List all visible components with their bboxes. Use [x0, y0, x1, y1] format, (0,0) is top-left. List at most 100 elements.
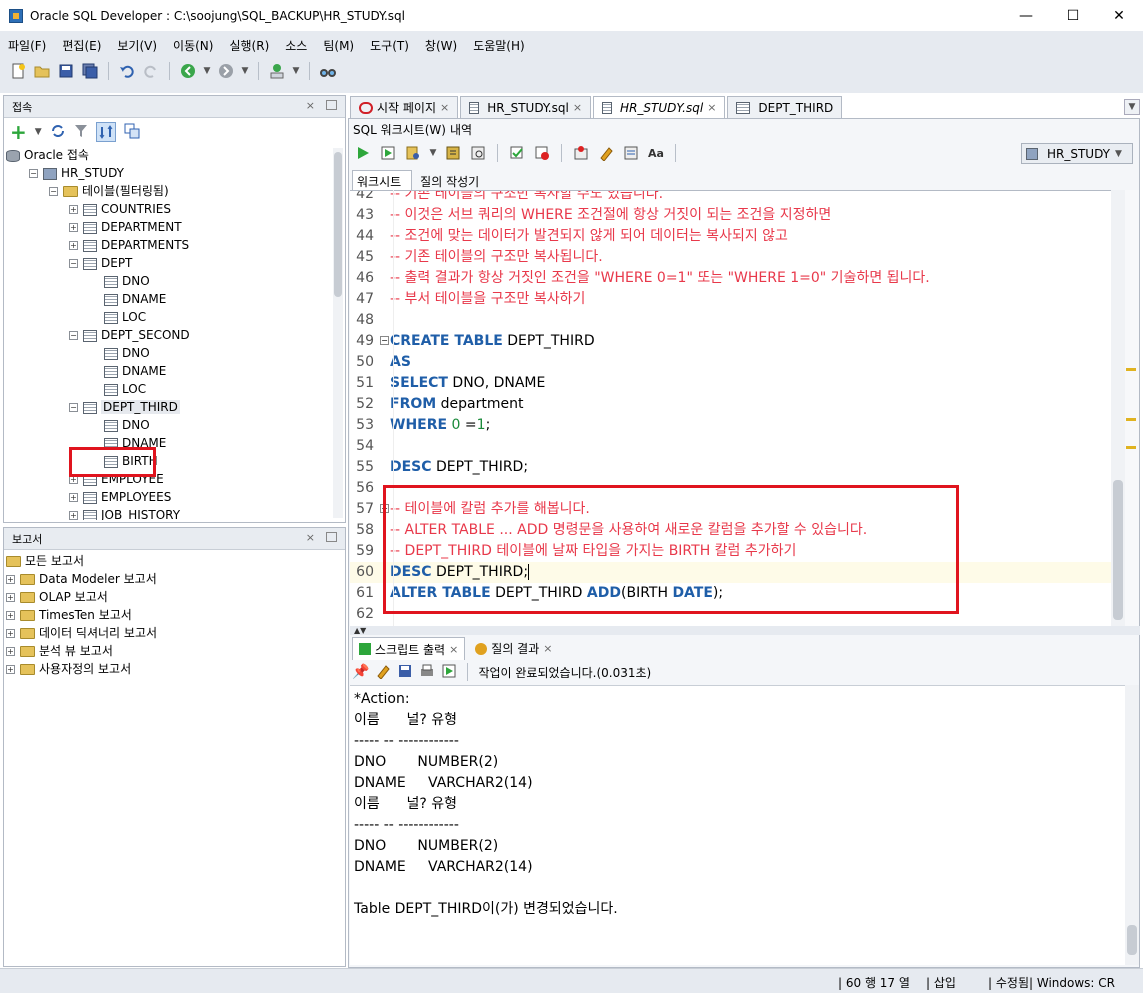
close-button[interactable]: ✕ [1096, 0, 1142, 31]
sql-history-icon[interactable] [621, 143, 641, 163]
editor-scrollbar[interactable] [1111, 190, 1125, 626]
minimize-panel-icon[interactable] [326, 100, 337, 110]
close-icon[interactable]: × [306, 99, 315, 112]
close-tab-icon[interactable]: × [449, 643, 458, 656]
code-line[interactable]: 55 DESC DEPT_THIRD; [350, 457, 1111, 478]
tree-node[interactable]: + DEPARTMENTS [6, 236, 345, 254]
tab-list-dropdown-icon[interactable]: ▼ [1124, 99, 1140, 115]
collapse-icon[interactable]: − [29, 169, 38, 178]
back-icon[interactable] [178, 61, 198, 81]
tree-node[interactable]: DNAME [6, 434, 345, 452]
tree-node[interactable]: BIRTH [6, 452, 345, 470]
filter-icon[interactable] [74, 124, 88, 141]
report-item[interactable]: + Data Modeler 보고서 [4, 570, 345, 588]
tree-node[interactable]: + JOB_HISTORY [6, 506, 345, 520]
report-item[interactable]: + 분석 뷰 보고서 [4, 642, 345, 660]
refresh-icon[interactable] [50, 123, 66, 142]
minimize-button[interactable]: — [1003, 0, 1049, 31]
sql-dropdown-icon[interactable]: ▼ [291, 61, 301, 81]
collapse-all-icon[interactable] [124, 123, 140, 142]
clear-icon[interactable] [596, 143, 616, 163]
binoculars-icon[interactable] [318, 61, 338, 81]
pin-icon[interactable]: 📌 [352, 664, 369, 680]
redo-icon[interactable] [141, 61, 161, 81]
tab-dept-third[interactable]: DEPT_THIRD [727, 96, 843, 118]
menu-run[interactable]: 실행(R) [221, 37, 277, 54]
menu-file[interactable]: 파일(F) [0, 37, 54, 54]
tree-node[interactable]: + EMPLOYEES [6, 488, 345, 506]
menu-window[interactable]: 창(W) [417, 37, 465, 54]
code-line[interactable]: 51 SELECT DNO, DNAME [350, 373, 1111, 394]
tree-node[interactable]: + COUNTRIES [6, 200, 345, 218]
fold-icon[interactable]: − [378, 331, 390, 352]
expand-icon[interactable]: + [6, 629, 15, 638]
code-line[interactable]: 44 -- 조건에 맞는 데이터가 발견되지 않게 되어 데이터는 복사되지 않고 [350, 226, 1111, 247]
report-item[interactable]: + 사용자정의 보고서 [4, 660, 345, 678]
expand-icon[interactable]: + [69, 511, 78, 520]
back-dropdown-icon[interactable]: ▼ [202, 61, 212, 81]
expand-icon[interactable]: + [6, 575, 15, 584]
autotrace-icon[interactable] [403, 143, 423, 163]
expand-icon[interactable]: + [69, 493, 78, 502]
menu-view[interactable]: 보기(V) [109, 37, 165, 54]
tree-node[interactable]: − HR_STUDY [6, 164, 345, 182]
open-icon[interactable] [32, 61, 52, 81]
menu-tools[interactable]: 도구(T) [362, 37, 417, 54]
warning-marker[interactable] [1126, 418, 1136, 421]
tree-node[interactable]: − 테이블(필터링됨) [6, 182, 345, 200]
report-item[interactable]: + TimesTen 보고서 [4, 606, 345, 624]
editor-scrollbar-thumb[interactable] [1113, 480, 1123, 620]
tree-node[interactable]: DNAME [6, 362, 345, 380]
report-item[interactable]: 모든 보고서 [4, 552, 345, 570]
tree-node[interactable]: DNO [6, 416, 345, 434]
rollback-icon[interactable] [532, 143, 552, 163]
forward-dropdown-icon[interactable]: ▼ [240, 61, 250, 81]
code-line[interactable]: 43 -- 이것은 서브 쿼리의 WHERE 조건절에 항상 거짓이 되는 조건을… [350, 205, 1111, 226]
expand-icon[interactable]: + [6, 647, 15, 656]
expand-icon[interactable]: + [69, 205, 78, 214]
expand-icon[interactable]: + [6, 665, 15, 674]
add-dropdown-icon[interactable]: ▼ [35, 127, 42, 137]
collapse-icon[interactable]: − [69, 259, 78, 268]
close-icon[interactable]: × [306, 531, 315, 544]
tab-query-result[interactable]: 질의 결과 × [473, 637, 554, 660]
sql-worksheet-icon[interactable] [267, 61, 287, 81]
forward-icon[interactable] [216, 61, 236, 81]
tab-hr-study-2[interactable]: HR_STUDY.sql × [593, 96, 726, 118]
code-line[interactable]: 48 [350, 310, 1111, 331]
menu-edit[interactable]: 편집(E) [54, 37, 109, 54]
tree-node[interactable]: + DEPARTMENT [6, 218, 345, 236]
tab-hr-study-1[interactable]: HR_STUDY.sql × [460, 96, 592, 118]
code-line[interactable]: 42 -- 기존 테이블의 구조만 복사할 수도 있습니다. [350, 191, 1111, 205]
explain-plan-icon[interactable] [443, 143, 463, 163]
save-icon[interactable] [56, 61, 76, 81]
code-line[interactable]: 54 [350, 436, 1111, 457]
undo-icon[interactable] [117, 61, 137, 81]
schema-browser-icon[interactable] [95, 122, 116, 142]
code-line[interactable]: 47 -- 부서 테이블을 구조만 복사하기 [350, 289, 1111, 310]
tree-node[interactable]: LOC [6, 308, 345, 326]
warning-marker[interactable] [1126, 446, 1136, 449]
minimize-panel-icon[interactable] [326, 532, 337, 542]
output-scrollbar[interactable] [1125, 685, 1139, 965]
code-line[interactable]: 45 -- 기존 테이블의 구조만 복사됩니다. [350, 247, 1111, 268]
add-connection-icon[interactable]: + [10, 122, 27, 142]
tree-scrollbar-thumb[interactable] [334, 152, 342, 297]
tree-node[interactable]: − DEPT_SECOND [6, 326, 345, 344]
report-item[interactable]: + OLAP 보고서 [4, 588, 345, 606]
tree-node[interactable]: + EMPLOYEE [6, 470, 345, 488]
run-script-icon[interactable] [378, 143, 398, 163]
warning-marker[interactable] [1126, 368, 1136, 371]
sql-tuning-icon[interactable] [468, 143, 488, 163]
close-tab-icon[interactable]: × [707, 98, 716, 118]
menu-navigate[interactable]: 이동(N) [165, 37, 221, 54]
new-icon[interactable] [8, 61, 28, 81]
clear-output-icon[interactable] [375, 663, 391, 682]
close-tab-icon[interactable]: × [440, 98, 449, 118]
tree-node[interactable]: − DEPT [6, 254, 345, 272]
tree-scrollbar[interactable] [333, 148, 343, 518]
code-line[interactable]: 46 -- 출력 결과가 항상 거짓인 조건을 "WHERE 0=1" 또는 "W… [350, 268, 1111, 289]
tree-node[interactable]: DNO [6, 344, 345, 362]
splitter[interactable]: ▲▼ [350, 626, 1140, 635]
output-scrollbar-thumb[interactable] [1127, 925, 1137, 955]
